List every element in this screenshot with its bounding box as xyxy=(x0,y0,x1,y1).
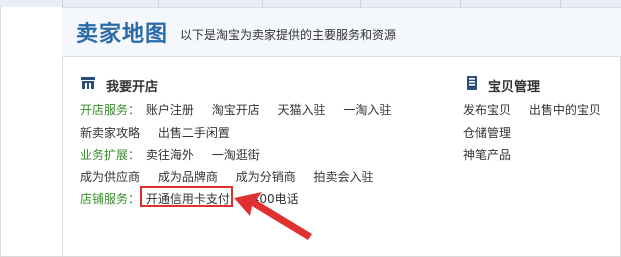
link-become-brand[interactable]: 成为品牌商 xyxy=(158,168,218,185)
link-sell-overseas[interactable]: 卖往海外 xyxy=(146,146,194,163)
top-tab-strip xyxy=(0,0,621,7)
link-etao-browse[interactable]: 一淘逛街 xyxy=(212,146,260,163)
left-divider xyxy=(62,57,63,257)
link-auction-join[interactable]: 拍卖会入驻 xyxy=(314,168,374,185)
shop-icon xyxy=(81,77,95,89)
link-etao-join[interactable]: 一淘入驻 xyxy=(343,101,391,118)
row-publish-items: 发布宝贝 出售中的宝贝 xyxy=(463,101,601,118)
section-title-item-management: 宝贝管理 xyxy=(488,80,541,95)
tab-divider xyxy=(560,0,561,7)
link-become-supplier[interactable]: 成为供应商 xyxy=(80,168,140,185)
item-icon xyxy=(467,76,477,90)
tab-divider xyxy=(460,0,461,7)
link-account-register[interactable]: 账户注册 xyxy=(146,101,194,118)
link-items-on-sale[interactable]: 出售中的宝贝 xyxy=(529,101,601,118)
section-title-open-shop: 我要开店 xyxy=(106,80,159,95)
link-warehouse-management[interactable]: 仓储管理 xyxy=(463,124,511,141)
link-become-distributor[interactable]: 成为分销商 xyxy=(236,168,296,185)
row-label: 业务扩展： xyxy=(80,148,141,162)
page-subtitle: 以下是淘宝为卖家提供的主要服务和资源 xyxy=(180,28,397,42)
row-label: 店铺服务： xyxy=(80,192,141,206)
tab-divider xyxy=(62,0,63,7)
row-shenbi: 神笔产品 xyxy=(463,146,511,163)
link-sell-second-hand[interactable]: 出售二手闲置 xyxy=(158,124,230,141)
link-taobao-open-shop[interactable]: 淘宝开店 xyxy=(212,101,260,118)
link-tmall-join[interactable]: 天猫入驻 xyxy=(278,101,326,118)
tab-divider xyxy=(360,0,361,7)
highlight-box xyxy=(140,186,233,207)
row-business-expansion: 业务扩展： 卖往海外 一淘逛街 xyxy=(80,146,260,163)
row-open-shop-services: 开店服务： 账户注册 淘宝开店 天猫入驻 一淘入驻 xyxy=(80,101,391,118)
link-shenbi-products[interactable]: 神笔产品 xyxy=(463,146,511,163)
row-warehouse: 仓储管理 xyxy=(463,124,511,141)
row-new-seller: 新卖家攻略 出售二手闲置 xyxy=(80,124,230,141)
page-title: 卖家地图 xyxy=(76,22,169,47)
row-label: 开店服务： xyxy=(80,103,141,117)
link-new-seller-guide[interactable]: 新卖家攻略 xyxy=(80,124,140,141)
tab-divider xyxy=(158,0,159,7)
link-publish-item[interactable]: 发布宝贝 xyxy=(463,101,511,118)
pointer-arrow-icon xyxy=(234,192,312,240)
row-become-partner: 成为供应商 成为品牌商 成为分销商 拍卖会入驻 xyxy=(80,168,374,185)
tab-divider xyxy=(262,0,263,7)
